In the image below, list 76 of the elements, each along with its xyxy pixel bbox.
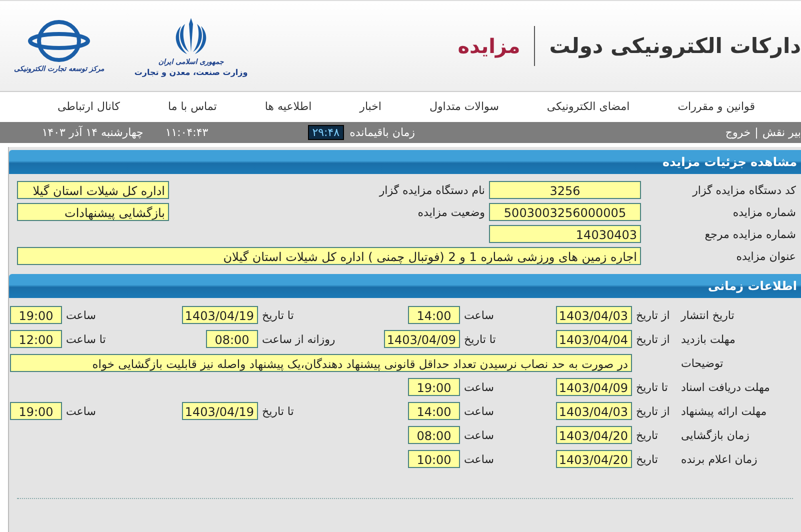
field-label: ساعت	[463, 308, 495, 322]
field-label: شماره مزایده	[732, 206, 797, 218]
field-label: کد دستگاه مزایده گزار	[691, 184, 797, 196]
time-field[interactable]: 08:00	[408, 426, 460, 444]
field-label: مهلت بازدید	[680, 332, 736, 346]
field-label: تا تاریخ	[463, 332, 497, 346]
text-field[interactable]: 5003003256000005	[489, 203, 641, 221]
field-label: شماره مزایده مرجع	[704, 228, 797, 240]
field-label: تاریخ	[635, 428, 659, 442]
section-header: مشاهده جزئیات مزایده	[9, 150, 801, 174]
remaining-time-label: زمان باقیمانده	[350, 126, 415, 139]
field-label: مهلت دریافت اسناد	[680, 380, 771, 394]
field-label: ساعت	[463, 428, 495, 442]
date-field[interactable]: 1403/04/09	[384, 330, 460, 348]
field-label: ساعت	[463, 404, 495, 418]
nav-link[interactable]: اخبار	[360, 100, 382, 112]
field-label: ساعت	[463, 452, 495, 466]
nav-link[interactable]: سوالات متداول	[429, 100, 499, 112]
clock-time: ۱۱:۰۴:۴۳	[165, 126, 208, 139]
date-field[interactable]: 1403/04/03	[556, 402, 632, 420]
time-field[interactable]: 14:00	[408, 402, 460, 420]
field-label: تا تاریخ	[261, 308, 295, 322]
date-field[interactable]: 1403/04/20	[556, 450, 632, 468]
field-label: نام دستگاه مزایده گزار	[378, 184, 486, 196]
time-field[interactable]: 14:00	[408, 306, 460, 324]
separator: |	[754, 126, 758, 139]
date-field[interactable]: 1403/04/19	[182, 402, 258, 420]
date-field[interactable]: 1403/04/09	[556, 378, 632, 396]
field-label: از تاریخ	[635, 404, 671, 418]
text-field[interactable]: اداره کل شیلات استان گیلا	[17, 181, 169, 199]
field-label: وضعیت مزایده	[416, 206, 486, 218]
nav-link[interactable]: امضای الکترونیکی	[546, 100, 630, 112]
section-title: مزایده	[458, 34, 520, 58]
text-field[interactable]: اجاره زمین های ورزشی شماره 1 و 2 (فوتبال چمنی ) اداره کل شیلات استان گیلان	[17, 247, 641, 265]
description-field[interactable]: در صورت به حد نصاب نرسیدن تعداد حداقل قانونی پیشنهاد دهندگان،یک پیشنهاد واصله نیز قابلیت بازگشایی خواه	[10, 354, 632, 372]
time-field[interactable]: 12:00	[10, 330, 62, 348]
nav-link[interactable]: کانال ارتباطی	[57, 100, 120, 112]
date-field[interactable]: 1403/04/04	[556, 330, 632, 348]
nav-link[interactable]: تماس با ما	[168, 100, 217, 112]
status-link[interactable]: خروج	[725, 126, 751, 139]
field-label: توضیحات	[680, 356, 724, 370]
field-label: از تاریخ	[635, 308, 671, 322]
text-field[interactable]: 14030403	[489, 225, 641, 243]
field-label: روزانه از ساعت	[261, 332, 336, 346]
nav-link[interactable]: اطلاعیه ها	[264, 100, 312, 112]
date-field[interactable]: 1403/04/03	[556, 306, 632, 324]
field-label: از تاریخ	[635, 332, 671, 346]
field-label: تا ساعت	[65, 332, 107, 346]
field-label: تاریخ انتشار	[680, 308, 736, 322]
date-field[interactable]: 1403/04/19	[182, 306, 258, 324]
status-link[interactable]: بیر نقش	[762, 126, 801, 139]
site-title: دارکات الکترونیکی دولت	[549, 34, 801, 58]
field-label: زمان اعلام برنده	[680, 452, 758, 466]
globe-logo-icon	[27, 19, 92, 63]
field-label: زمان بازگشایی	[680, 428, 750, 442]
date-field[interactable]: 1403/04/20	[556, 426, 632, 444]
field-label: مهلت ارائه پیشنهاد	[680, 404, 768, 418]
field-label: ساعت	[65, 308, 97, 322]
field-label: تاریخ	[635, 452, 659, 466]
text-field[interactable]: 3256	[489, 181, 641, 199]
countdown-timer: ۲۹:۴۸	[308, 125, 344, 140]
field-label: تا تاریخ	[261, 404, 295, 418]
text-field[interactable]: بازگشایی پیشنهادات	[17, 203, 169, 221]
field-label: تا تاریخ	[635, 380, 669, 394]
time-field[interactable]: 19:00	[10, 306, 62, 324]
time-field[interactable]: 10:00	[408, 450, 460, 468]
field-label: ساعت	[65, 404, 97, 418]
logo-caption: وزارت صنعت، معدن و تجارت	[134, 68, 248, 76]
field-label: عنوان مزایده	[735, 250, 797, 262]
field-label: ساعت	[463, 380, 495, 394]
time-field[interactable]: 19:00	[408, 378, 460, 396]
section-header: اطلاعات زمانی	[9, 274, 801, 298]
nav-link[interactable]: قوانین و مقررات	[678, 100, 755, 112]
current-date: چهارشنبه ۱۴ آذر ۱۴۰۳	[42, 126, 144, 139]
time-field[interactable]: 19:00	[10, 402, 62, 420]
time-field[interactable]: 08:00	[206, 330, 258, 348]
